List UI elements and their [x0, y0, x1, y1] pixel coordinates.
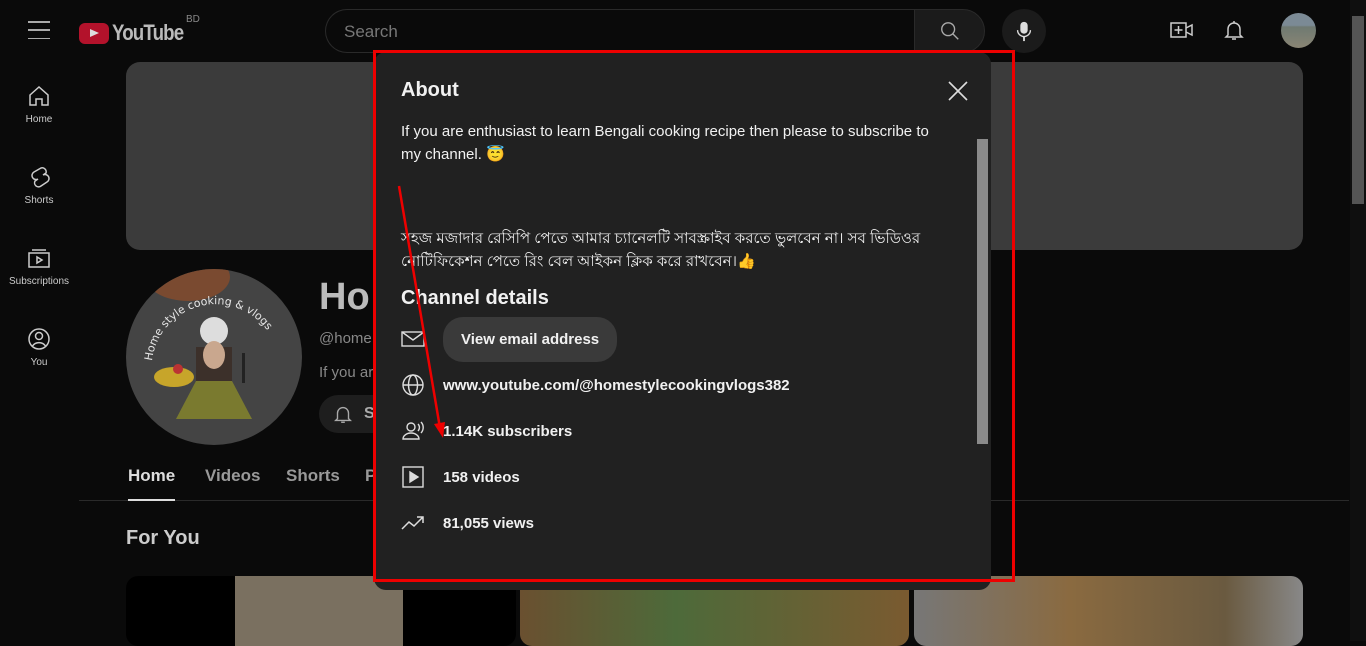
search-button[interactable] — [914, 9, 985, 53]
mic-icon — [1016, 21, 1032, 42]
you-icon — [28, 328, 50, 350]
sidebar: Home Shorts Subscriptions You — [0, 70, 78, 394]
search-input[interactable]: Search — [325, 9, 915, 53]
channel-name: Ho — [319, 276, 370, 318]
page-scrollbar[interactable] — [1350, 0, 1366, 641]
sidebar-item-subscriptions[interactable]: Subscriptions — [0, 232, 78, 313]
tab-videos[interactable]: Videos — [205, 466, 260, 486]
tab-shorts[interactable]: Shorts — [286, 466, 340, 486]
bell-icon — [334, 406, 352, 423]
section-title: For You — [126, 527, 200, 549]
logo-text: YouTube — [112, 20, 184, 45]
user-avatar[interactable] — [1281, 13, 1316, 48]
channel-avatar: Home style cooking & vlogs — [126, 269, 302, 445]
scrollbar-thumb[interactable] — [1352, 16, 1364, 204]
country-code: BD — [186, 14, 200, 25]
channel-avatar-illustration: Home style cooking & vlogs — [142, 269, 275, 419]
sidebar-label: Shorts — [24, 195, 54, 206]
sidebar-label: You — [30, 357, 48, 368]
annotation-highlight-box — [373, 50, 1015, 582]
sidebar-label: Home — [25, 114, 53, 125]
voice-search-button[interactable] — [1002, 9, 1046, 53]
create-video-icon[interactable] — [1170, 18, 1194, 42]
subscriptions-icon — [28, 249, 50, 268]
youtube-logo[interactable]: YouTube BD — [79, 14, 200, 46]
sidebar-item-home[interactable]: Home — [0, 70, 78, 151]
shorts-icon — [31, 167, 50, 188]
channel-description[interactable]: If you ar — [319, 364, 373, 381]
menu-icon[interactable] — [28, 21, 50, 39]
tab-home[interactable]: Home — [128, 466, 176, 501]
notifications-bell-icon[interactable] — [1222, 18, 1246, 42]
search-icon — [940, 22, 959, 40]
home-icon — [29, 85, 49, 106]
sidebar-item-shorts[interactable]: Shorts — [0, 151, 78, 232]
sidebar-item-you[interactable]: You — [0, 313, 78, 394]
play-logo-icon — [79, 22, 109, 44]
sidebar-label: Subscriptions — [8, 276, 70, 287]
channel-handle: @home — [319, 330, 372, 347]
